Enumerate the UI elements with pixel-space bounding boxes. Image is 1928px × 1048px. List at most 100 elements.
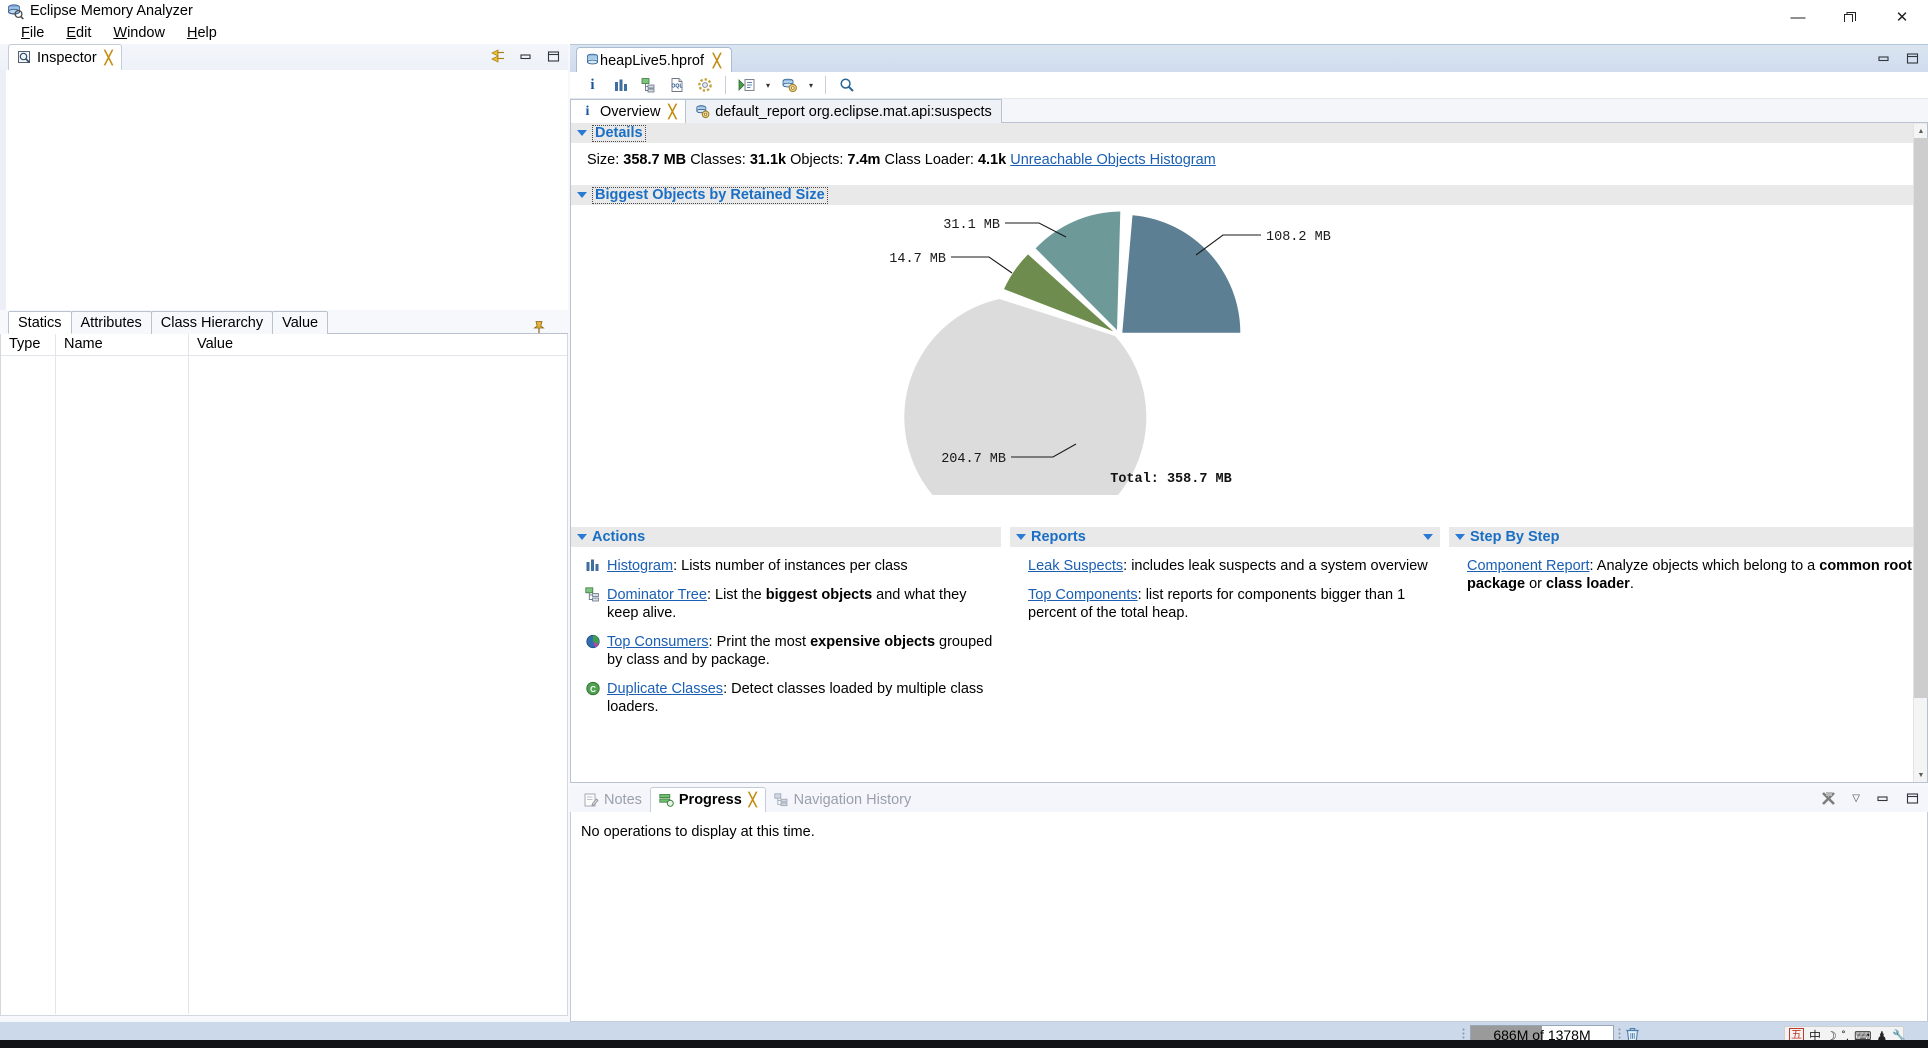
tab-attributes[interactable]: Attributes	[70, 311, 152, 334]
editor-window-buttons	[1876, 51, 1920, 66]
maximize-icon[interactable]	[544, 47, 562, 65]
unreachable-objects-histogram-link[interactable]: Unreachable Objects Histogram	[1010, 152, 1216, 168]
run-expert-system-test-icon[interactable]	[734, 74, 759, 97]
component-report-link[interactable]: Component Report	[1467, 558, 1590, 574]
minimize-icon[interactable]	[1875, 791, 1890, 806]
menu-bar: File Edit Window Help	[0, 22, 1928, 44]
editor-tab-bar: heapLive5.hprof ╳	[570, 44, 1928, 73]
inspector-table-body	[1, 356, 567, 1014]
menu-edit[interactable]: Edit	[55, 24, 102, 42]
tab-progress-label: Progress	[678, 792, 742, 808]
svg-text:OQL: OQL	[671, 84, 683, 90]
chevron-down-icon[interactable]	[1423, 534, 1433, 540]
editor-tab-label: heapLive5.hprof	[600, 52, 704, 69]
tab-default-report[interactable]: default_report org.eclipse.mat.api:suspe…	[685, 99, 1002, 123]
close-icon[interactable]: ╳	[713, 53, 721, 69]
histogram-link[interactable]: Histogram	[607, 558, 673, 574]
collapse-triangle-icon[interactable]	[577, 192, 587, 198]
section-step-by-step-title: Step By Step	[1470, 529, 1560, 545]
calculate-retained-size-icon[interactable]	[692, 74, 717, 97]
action-top-consumers[interactable]: Top Consumers: Print the most expensive …	[585, 633, 1001, 669]
histogram-icon[interactable]	[608, 74, 633, 97]
tab-navigation-history[interactable]: Navigation History	[766, 787, 920, 812]
action-duplicate-classes[interactable]: C Duplicate Classes: Detect classes load…	[585, 680, 1001, 716]
minimize-icon[interactable]	[516, 47, 534, 65]
top-components-link[interactable]: Top Components	[1028, 587, 1138, 603]
dominator-tree-icon[interactable]	[636, 74, 661, 97]
maximize-icon[interactable]	[1905, 51, 1920, 66]
duplicate-classes-link[interactable]: Duplicate Classes	[607, 681, 723, 697]
progress-view-body: No operations to display at this time.	[570, 812, 1928, 1022]
cancel-all-icon[interactable]	[1821, 790, 1837, 806]
report-top-components[interactable]: Top Components: list reports for compone…	[1028, 586, 1440, 622]
view-menu-icon[interactable]: ▽	[1852, 793, 1860, 804]
tab-statics[interactable]: Statics	[8, 311, 72, 334]
section-biggest-objects-header[interactable]: Biggest Objects by Retained Size	[571, 185, 1927, 205]
leak-suspects-link[interactable]: Leak Suspects	[1028, 558, 1123, 574]
collapse-triangle-icon[interactable]	[1455, 534, 1465, 540]
tab-class-hierarchy[interactable]: Class Hierarchy	[150, 311, 274, 334]
section-step-by-step-header[interactable]: Step By Step	[1449, 527, 1927, 547]
close-icon[interactable]: ╳	[105, 50, 113, 66]
open-query-browser-dropdown[interactable]: ▾	[805, 74, 817, 97]
collapse-triangle-icon[interactable]	[1016, 534, 1026, 540]
dominator-tree-link[interactable]: Dominator Tree	[607, 587, 707, 603]
top-consumers-link[interactable]: Top Consumers	[607, 634, 709, 650]
collapse-triangle-icon[interactable]	[577, 130, 587, 136]
tab-value[interactable]: Value	[272, 311, 329, 334]
action-histogram[interactable]: Histogram: Lists number of instances per…	[585, 557, 1001, 575]
section-reports-header[interactable]: Reports	[1010, 527, 1440, 547]
step-component-report[interactable]: Component Report: Analyze objects which …	[1467, 557, 1927, 593]
tab-inspector[interactable]: Inspector ╳	[8, 44, 123, 70]
bottom-view-toolbar: ▽	[1821, 790, 1920, 806]
menu-window[interactable]: Window	[102, 24, 176, 42]
classloader-value: 4.1k	[977, 152, 1007, 168]
classes-label: Classes:	[690, 152, 746, 168]
section-actions-header[interactable]: Actions	[571, 527, 1001, 547]
overview-bottom-sections: Actions Histogram: Lists number of insta…	[571, 527, 1927, 727]
open-query-browser-icon[interactable]	[777, 74, 802, 97]
menu-help[interactable]: Help	[176, 24, 228, 42]
toolbar-separator	[725, 76, 726, 94]
report-top-components-text: Top Components: list reports for compone…	[1028, 587, 1406, 621]
progress-icon	[659, 793, 674, 807]
pin-icon[interactable]	[532, 320, 546, 334]
collapse-triangle-icon[interactable]	[577, 534, 587, 540]
report-leak-suspects[interactable]: Leak Suspects: includes leak suspects an…	[1028, 557, 1440, 575]
column-header-name[interactable]: Name	[56, 334, 189, 355]
classloader-label: Class Loader:	[884, 152, 974, 168]
inspector-table[interactable]: Type Name Value	[0, 334, 568, 1016]
os-taskbar	[0, 1040, 1928, 1048]
tab-heap-dump[interactable]: heapLive5.hprof ╳	[576, 47, 732, 73]
link-with-editor-icon[interactable]	[488, 47, 506, 65]
title-bar: Eclipse Memory Analyzer	[0, 0, 1928, 22]
run-expert-system-test-dropdown[interactable]: ▾	[762, 74, 774, 97]
action-dominator-tree[interactable]: Dominator Tree: List the biggest objects…	[585, 586, 1001, 622]
menu-file[interactable]: File	[10, 24, 55, 42]
close-icon[interactable]: ╳	[749, 792, 757, 808]
retained-size-pie-chart[interactable]: 108.2 MB 31.1 MB 14.7 MB 204.7 MB Total:…	[571, 205, 1927, 495]
close-icon[interactable]: ╳	[668, 104, 676, 120]
column-header-value[interactable]: Value	[189, 334, 566, 355]
column-divider	[55, 356, 56, 1014]
scroll-down-icon[interactable]: ▼	[1914, 768, 1928, 782]
scroll-up-icon[interactable]: ▲	[1914, 124, 1928, 138]
section-actions: Actions Histogram: Lists number of insta…	[571, 527, 1001, 727]
column-header-type[interactable]: Type	[1, 334, 56, 355]
find-icon[interactable]	[834, 74, 859, 97]
editor-vertical-scrollbar[interactable]: ▲ ▼	[1913, 124, 1928, 782]
oql-icon[interactable]: OQL	[664, 74, 689, 97]
section-reports-title: Reports	[1031, 529, 1086, 545]
tab-progress[interactable]: Progress ╳	[649, 787, 766, 812]
pie-label-204-7: 204.7 MB	[941, 452, 1006, 467]
tab-notes[interactable]: Notes	[576, 787, 650, 812]
minimize-icon[interactable]	[1876, 51, 1891, 66]
maximize-icon[interactable]	[1905, 791, 1920, 806]
section-details-header[interactable]: Details	[571, 123, 1927, 143]
scrollbar-thumb[interactable]	[1914, 138, 1928, 698]
svg-text:C: C	[590, 685, 596, 694]
leader-line-14-7	[951, 256, 1013, 274]
pie-label-108-2: 108.2 MB	[1266, 230, 1331, 245]
tab-overview[interactable]: i Overview ╳	[570, 99, 687, 123]
overview-info-icon[interactable]: i	[580, 74, 605, 97]
